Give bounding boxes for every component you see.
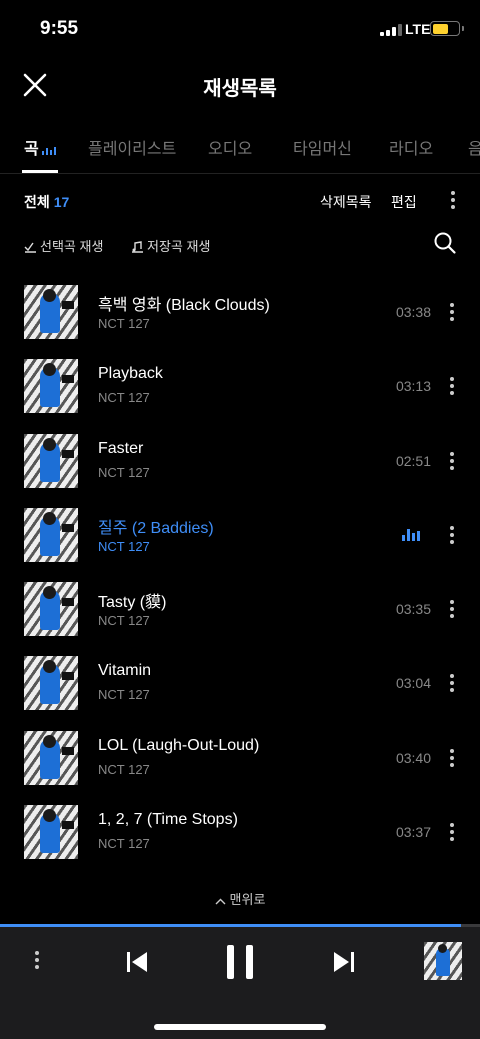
play-saved-button[interactable]: 저장곡 재생 [131, 236, 210, 255]
song-artist: NCT 127 [98, 613, 150, 629]
status-time: 9:55 [40, 18, 79, 39]
song-menu-button[interactable] [450, 525, 454, 547]
play-options: 선택곡 재생 저장곡 재생 [0, 230, 480, 258]
song-duration: 03:37 [395, 824, 431, 841]
search-button[interactable] [433, 231, 457, 255]
song-row[interactable]: Faster NCT 127 02:51 [0, 425, 480, 499]
song-row[interactable]: 질주 (2 Baddies) NCT 127 [0, 499, 480, 573]
tab-more[interactable]: 음 [468, 135, 480, 159]
song-artist: NCT 127 [98, 464, 150, 480]
signal-icon [380, 24, 402, 36]
checklist-icon [24, 242, 36, 253]
song-title: 흑백 영화 (Black Clouds) [98, 297, 270, 314]
mini-player [0, 924, 480, 1039]
album-art [24, 433, 78, 488]
song-artist: NCT 127 [98, 836, 150, 852]
home-indicator [154, 1024, 326, 1030]
previous-button[interactable] [124, 950, 150, 974]
song-row[interactable]: LOL (Laugh-Out-Loud) NCT 127 03:40 [0, 722, 480, 796]
song-title: 질주 (2 Baddies) [98, 519, 214, 537]
song-artist: NCT 127 [98, 538, 150, 554]
now-playing-album-art[interactable] [424, 942, 462, 980]
next-button[interactable] [331, 950, 357, 974]
scroll-to-top-button[interactable]: 맨위로 [0, 889, 480, 908]
song-artist: NCT 127 [98, 687, 150, 703]
song-artist: NCT 127 [98, 761, 150, 777]
delete-list-button[interactable]: 삭제목록 [320, 192, 372, 212]
battery-icon [430, 21, 460, 36]
album-art [24, 582, 78, 637]
tab-playlist[interactable]: 플레이리스트 [88, 135, 176, 159]
song-menu-button[interactable] [450, 377, 454, 398]
now-playing-icon [402, 528, 420, 541]
song-row[interactable]: Vitamin NCT 127 03:04 [0, 647, 480, 721]
song-title: LOL (Laugh-Out-Loud) [98, 736, 260, 754]
search-icon [434, 232, 456, 254]
song-row[interactable]: Playback NCT 127 03:13 [0, 350, 480, 424]
list-toolbar: 전체 17 삭제목록 편집 [0, 186, 480, 216]
song-menu-button[interactable] [450, 451, 454, 473]
chevron-up-icon [215, 898, 226, 905]
status-bar: 9:55 LTE [0, 0, 480, 58]
tab-time-machine[interactable]: 타임머신 [293, 135, 352, 159]
song-duration: 03:40 [395, 749, 431, 766]
tab-radio[interactable]: 라디오 [389, 135, 433, 159]
tab-songs[interactable]: 곡 [24, 135, 56, 159]
song-artist: NCT 127 [98, 316, 150, 331]
song-title: Faster [98, 439, 144, 457]
total-count: 전체 17 [24, 194, 70, 210]
song-row[interactable]: 흑백 영화 (Black Clouds) NCT 127 03:38 [0, 276, 480, 350]
song-title: 1, 2, 7 (Time Stops) [98, 811, 238, 829]
play-selected-button[interactable]: 선택곡 재생 [24, 236, 103, 255]
song-duration: 03:35 [395, 601, 431, 618]
song-menu-button[interactable] [450, 674, 454, 695]
song-duration: 03:04 [395, 675, 431, 692]
page-title: 재생목록 [203, 78, 277, 100]
edit-button[interactable]: 편집 [391, 192, 417, 212]
tab-underline [22, 170, 58, 173]
album-art [24, 805, 78, 860]
song-menu-button[interactable] [450, 303, 454, 324]
more-options-button[interactable] [451, 191, 455, 212]
tab-bar: 곡 플레이리스트 오디오 타임머신 라디오 음 [0, 128, 480, 174]
song-menu-button[interactable] [450, 748, 454, 770]
next-icon [334, 952, 354, 972]
player-menu-button[interactable] [35, 951, 39, 972]
song-duration: 03:13 [395, 378, 431, 395]
equalizer-icon [41, 146, 56, 155]
album-art [24, 285, 78, 339]
album-art [24, 656, 78, 711]
pause-button[interactable] [224, 944, 256, 980]
album-art [24, 730, 78, 785]
song-title: Vitamin [98, 662, 152, 680]
playback-progress[interactable] [0, 924, 480, 927]
song-title: Tasty (貘) [98, 594, 167, 612]
song-duration: 02:51 [395, 452, 431, 469]
pause-icon [227, 945, 253, 979]
album-art [24, 359, 78, 414]
network-label: LTE [405, 21, 431, 37]
song-row[interactable]: 1, 2, 7 (Time Stops) NCT 127 03:37 [0, 796, 480, 870]
music-note-icon [132, 241, 143, 253]
song-artist: NCT 127 [98, 390, 150, 406]
header: 재생목록 [0, 58, 480, 110]
previous-icon [127, 952, 147, 972]
song-row[interactable]: Tasty (貘) NCT 127 03:35 [0, 573, 480, 647]
song-menu-button[interactable] [450, 600, 454, 621]
song-menu-button[interactable] [450, 823, 454, 844]
album-art [24, 507, 78, 562]
song-list: 흑백 영화 (Black Clouds) NCT 127 03:38 Playback… [0, 276, 480, 870]
song-title: Playback [98, 365, 163, 383]
tab-audio[interactable]: 오디오 [208, 135, 252, 159]
song-duration: 03:38 [395, 304, 431, 320]
